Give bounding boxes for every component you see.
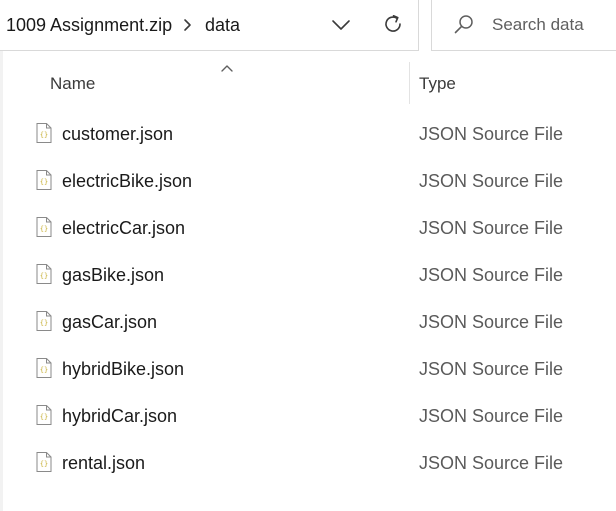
file-type: JSON Source File	[419, 406, 564, 426]
file-rows: {} customer.json JSON Source File {} ele…	[3, 110, 616, 486]
file-type: JSON Source File	[419, 218, 564, 238]
refresh-icon[interactable]	[379, 10, 407, 38]
table-row[interactable]: {} customer.json JSON Source File	[3, 110, 616, 157]
svg-text:{}: {}	[40, 272, 48, 280]
svg-text:{}: {}	[40, 178, 48, 186]
svg-text:{}: {}	[40, 413, 48, 421]
chevron-right-icon	[182, 14, 194, 36]
table-row[interactable]: {} electricCar.json JSON Source File	[3, 204, 616, 251]
svg-text:{}: {}	[40, 319, 48, 327]
file-type: JSON Source File	[419, 453, 564, 473]
column-divider[interactable]	[409, 62, 410, 104]
svg-text:{}: {}	[40, 366, 48, 374]
json-file-icon: {}	[34, 216, 54, 238]
chevron-up-icon	[220, 60, 234, 72]
search-input[interactable]	[492, 12, 612, 38]
column-header-type[interactable]: Type	[419, 73, 456, 95]
json-file-icon: {}	[34, 451, 54, 473]
table-row[interactable]: {} hybridCar.json JSON Source File	[3, 392, 616, 439]
file-name: electricBike.json	[62, 171, 193, 191]
file-name: gasBike.json	[62, 265, 165, 285]
file-name: hybridBike.json	[62, 359, 185, 379]
file-name: customer.json	[62, 124, 174, 144]
table-row[interactable]: {} gasBike.json JSON Source File	[3, 251, 616, 298]
file-list-pane: Name Type {} customer.json JSON Source F…	[0, 51, 616, 511]
breadcrumb-data[interactable]: data	[205, 13, 240, 37]
json-file-icon: {}	[34, 357, 54, 379]
table-row[interactable]: {} electricBike.json JSON Source File	[3, 157, 616, 204]
table-row[interactable]: {} rental.json JSON Source File	[3, 439, 616, 486]
file-name: rental.json	[62, 453, 146, 473]
table-row[interactable]: {} gasCar.json JSON Source File	[3, 298, 616, 345]
column-header-name[interactable]: Name	[50, 73, 95, 95]
file-name: gasCar.json	[62, 312, 158, 332]
search-icon	[452, 13, 476, 37]
file-name: electricCar.json	[62, 218, 186, 238]
json-file-icon: {}	[34, 404, 54, 426]
file-type: JSON Source File	[419, 171, 564, 191]
table-row[interactable]: {} hybridBike.json JSON Source File	[3, 345, 616, 392]
svg-text:{}: {}	[40, 460, 48, 468]
address-bar[interactable]: 1009 Assignment.zip data	[0, 0, 419, 51]
file-type: JSON Source File	[419, 265, 564, 285]
json-file-icon: {}	[34, 263, 54, 285]
file-type: JSON Source File	[419, 359, 564, 379]
column-header-row: Name Type	[3, 51, 616, 105]
json-file-icon: {}	[34, 122, 54, 144]
search-box[interactable]	[431, 0, 616, 51]
file-type: JSON Source File	[419, 312, 564, 332]
breadcrumb-zip[interactable]: 1009 Assignment.zip	[6, 13, 172, 37]
svg-text:{}: {}	[40, 225, 48, 233]
toolbar: 1009 Assignment.zip data	[0, 0, 616, 51]
file-type: JSON Source File	[419, 124, 564, 144]
json-file-icon: {}	[34, 310, 54, 332]
chevron-down-icon[interactable]	[328, 12, 354, 38]
svg-text:{}: {}	[40, 131, 48, 139]
json-file-icon: {}	[34, 169, 54, 191]
file-name: hybridCar.json	[62, 406, 178, 426]
